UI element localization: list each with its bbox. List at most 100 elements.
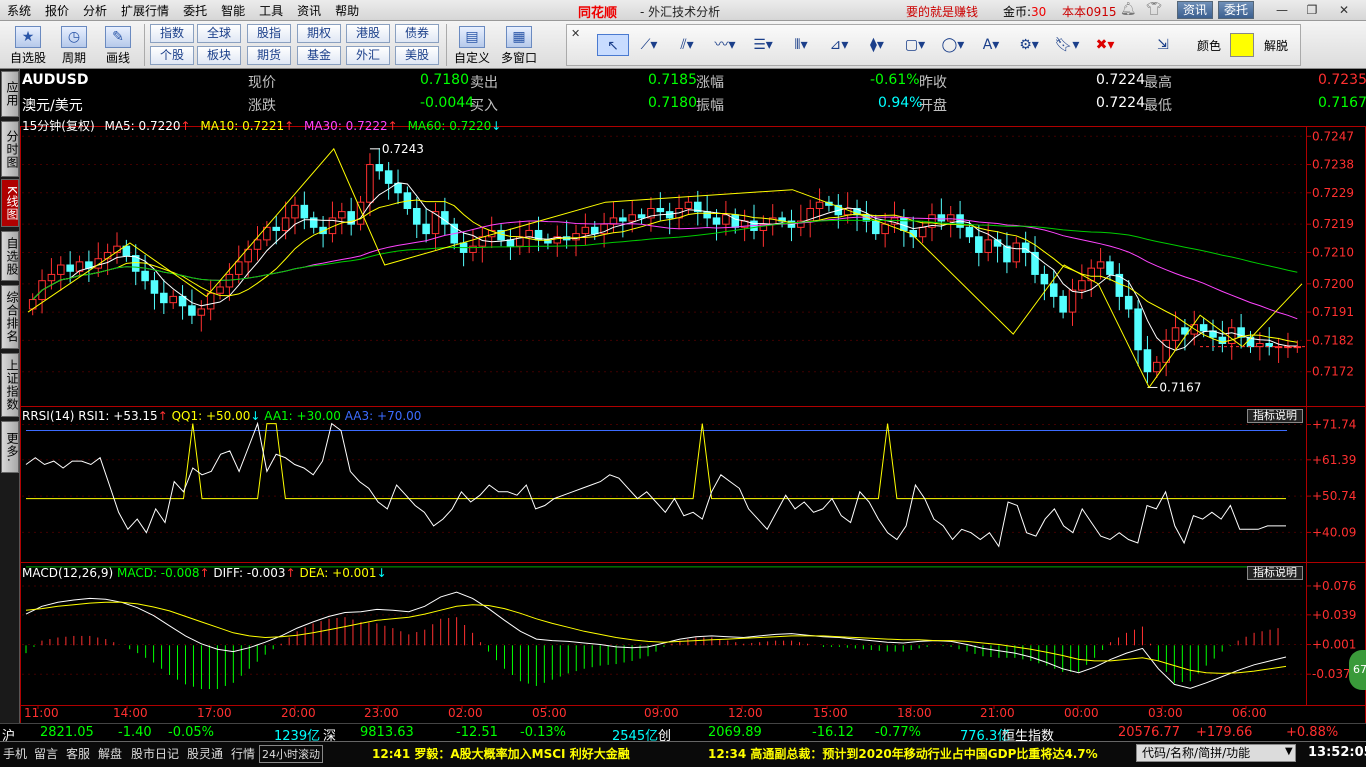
candle xyxy=(1068,289,1077,313)
price-tick-label: 0.7210 xyxy=(1312,245,1354,259)
candle xyxy=(234,261,243,275)
price-tick-label: 0.7191 xyxy=(1312,305,1354,319)
down-arrow-icon: ↓ xyxy=(491,119,502,133)
index-ticker: 沪 2821.05 -1.40 -0.05% 1239亿深 9813.63 -12.51 -0… xyxy=(0,723,1366,744)
up-arrow-icon: ↑ xyxy=(284,119,295,133)
candle xyxy=(637,214,646,219)
ma30-label: MA30: 0.7222 xyxy=(303,119,388,133)
candle xyxy=(122,245,131,257)
candle xyxy=(338,211,346,219)
period-label: 15分钟(复权) xyxy=(22,119,95,133)
news-item-2[interactable]: 12:34 高通副总裁：预计到2020年移动行业占中国GDP比重将达4.7% xyxy=(708,745,1098,762)
status-service[interactable]: 客服 xyxy=(66,745,90,762)
dea-value: DEA: +0.001 xyxy=(299,566,377,580)
macd-value: MACD: -0.008 xyxy=(116,566,200,580)
up-arrow-icon: ↑ xyxy=(387,119,398,133)
price-tick-label: 0.7200 xyxy=(1312,277,1354,291)
candle xyxy=(160,292,168,304)
rsi-tick-label: +71.74 xyxy=(1312,418,1356,432)
price-tick-label: 0.7182 xyxy=(1312,333,1354,347)
candle xyxy=(216,286,224,294)
macd-help-button[interactable]: 指标说明 xyxy=(1247,566,1303,580)
candle xyxy=(1096,261,1105,269)
candle xyxy=(1106,261,1114,275)
candle xyxy=(197,308,206,316)
status-bar: 手机 留言 客服 解盘 股市日记 股灵通 行情 24小时滚动 12:41 罗毅：… xyxy=(0,741,1366,767)
macd-tick-label: +0.076 xyxy=(1312,579,1356,593)
price-tick-label: 0.7238 xyxy=(1312,158,1354,172)
ticker-item: +0.88% xyxy=(1286,725,1339,740)
time-tick-label: 00:00 xyxy=(1064,706,1099,720)
candle xyxy=(281,217,290,231)
candle xyxy=(253,239,262,250)
candle xyxy=(272,226,281,231)
status-24h[interactable]: 24小时滚动 xyxy=(259,745,323,763)
status-message[interactable]: 留言 xyxy=(34,745,58,762)
ticker-item: -1.40 xyxy=(118,725,152,740)
low-label: 0.7167 xyxy=(1159,380,1201,394)
candle xyxy=(918,226,927,238)
time-tick-label: 15:00 xyxy=(813,706,848,720)
macd-tick-label: +0.001 xyxy=(1312,638,1356,652)
ma5-label: MA5: 0.7220 xyxy=(104,119,181,133)
status-commentary[interactable]: 解盘 xyxy=(98,745,122,762)
clock: 13:52:05 xyxy=(1308,745,1366,760)
candle xyxy=(141,270,149,282)
candle xyxy=(300,204,309,219)
up-arrow-icon: ↑ xyxy=(285,566,296,580)
time-tick-label: 18:00 xyxy=(897,706,932,720)
candle xyxy=(937,214,946,222)
time-tick-label: 09:00 xyxy=(644,706,679,720)
code-search-input[interactable]: 代码/名称/简拼/功能 xyxy=(1136,744,1296,762)
candle xyxy=(1134,308,1142,351)
time-tick-label: 23:00 xyxy=(364,706,399,720)
candle xyxy=(1003,245,1011,263)
status-diary[interactable]: 股市日记 xyxy=(131,745,179,762)
qq1-value: QQ1: +50.00 xyxy=(171,409,251,423)
candle xyxy=(47,273,56,282)
candle xyxy=(712,217,721,225)
aa3-value: AA3: +70.00 xyxy=(344,409,422,423)
candle xyxy=(291,204,299,219)
rsi-tick-label: +40.09 xyxy=(1312,525,1356,539)
candle xyxy=(206,292,215,310)
candle xyxy=(169,295,177,304)
candle xyxy=(965,226,974,238)
candle xyxy=(1199,324,1208,332)
ticker-item: 20576.77 xyxy=(1118,725,1181,740)
candle xyxy=(1021,242,1030,253)
candle xyxy=(431,211,440,235)
chart-canvas[interactable]: 0.7247 0.7238 0.7229 0.7219 0.7210 0.7200 0.71… xyxy=(0,0,1366,767)
status-quotes[interactable]: 行情 xyxy=(231,745,255,762)
candle xyxy=(581,226,590,235)
candle xyxy=(881,223,889,235)
ma10-label: MA10: 0.7221 xyxy=(200,119,285,133)
candle xyxy=(1171,327,1180,341)
down-arrow-icon: ↓ xyxy=(250,409,261,423)
rsi-help-button[interactable]: 指标说明 xyxy=(1247,409,1303,423)
candle xyxy=(1078,280,1086,291)
macd-tick-label: -0.037 xyxy=(1312,667,1351,681)
candle xyxy=(1040,273,1049,285)
status-mobile[interactable]: 手机 xyxy=(3,745,27,762)
time-tick-label: 21:00 xyxy=(980,706,1015,720)
candle xyxy=(375,164,384,172)
time-tick-label: 05:00 xyxy=(532,706,567,720)
candle xyxy=(422,223,430,235)
candle xyxy=(703,211,711,219)
status-guling[interactable]: 股灵通 xyxy=(187,745,223,762)
ticker-item: 2069.89 xyxy=(708,725,762,740)
news-item-1[interactable]: 12:41 罗毅：A股大概率加入MSCI 利好大金融 xyxy=(372,745,630,762)
candle xyxy=(525,229,533,238)
float-bubble[interactable]: 67 xyxy=(1349,650,1366,690)
price-tick-label: 0.7219 xyxy=(1312,217,1354,231)
price-tick-label: 0.7229 xyxy=(1312,186,1354,200)
candle xyxy=(1162,339,1170,363)
dropdown-icon[interactable]: ▼ xyxy=(1285,746,1293,757)
rsi-tick-label: +50.74 xyxy=(1312,489,1356,503)
candle xyxy=(1153,361,1161,373)
qq1-line xyxy=(26,423,1286,500)
candle xyxy=(1059,295,1067,313)
candle xyxy=(984,239,992,253)
macd-legend: MACD(12,26,9) MACD: -0.008↑ DIFF: -0.003… xyxy=(22,566,387,580)
